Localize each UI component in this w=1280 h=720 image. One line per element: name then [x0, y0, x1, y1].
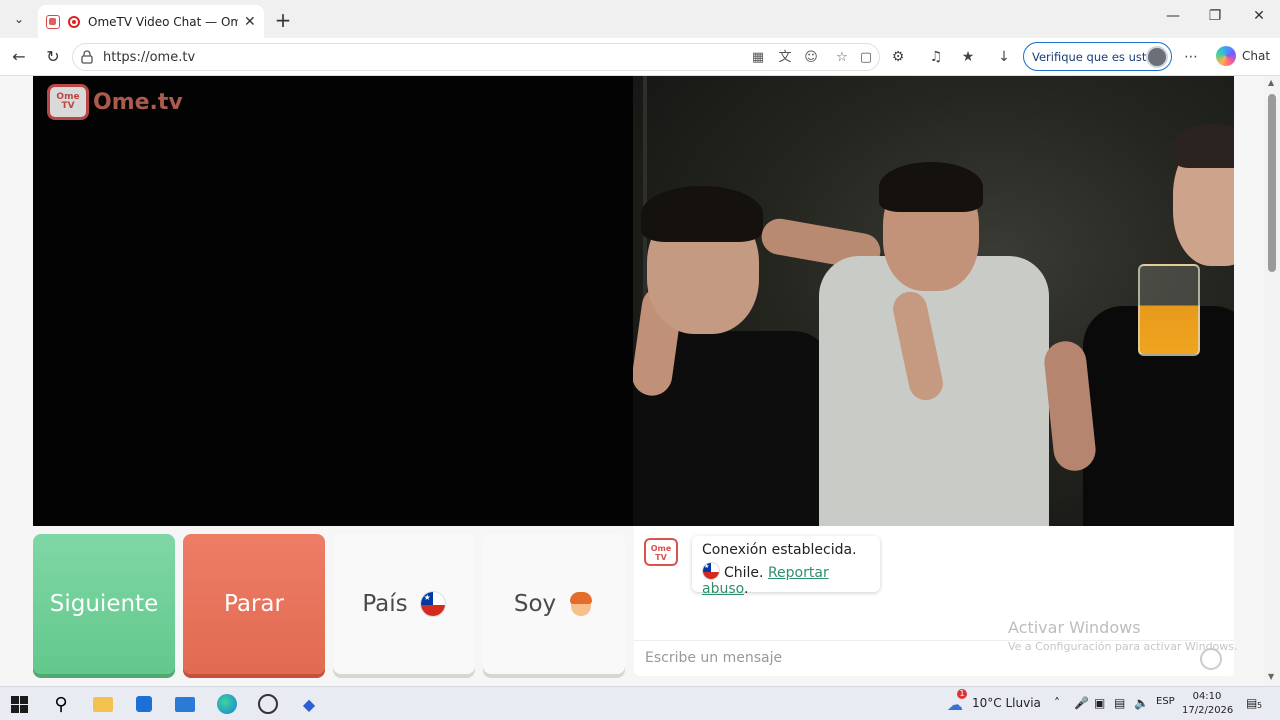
ometv-logo-icon: Ome TV	[47, 84, 89, 120]
edge-icon[interactable]	[214, 692, 240, 716]
remote-video	[633, 76, 1234, 526]
show-hidden-icons-icon[interactable]: ˄	[1054, 696, 1060, 710]
page-content: Ome TV Ome.tv Siguiente Parar País ★ Soy…	[0, 76, 1280, 686]
gender-label: Soy	[513, 591, 557, 617]
close-window-button[interactable]: ✕	[1244, 8, 1274, 24]
app-icon[interactable]: ◆	[296, 692, 322, 716]
network-icon[interactable]: ▤	[1114, 696, 1125, 710]
country-button[interactable]: País ★	[333, 534, 475, 674]
tab-actions-icon[interactable]: ⌄	[6, 7, 32, 31]
activate-windows-title: Activar Windows	[1008, 618, 1141, 637]
boy-avatar-icon	[568, 591, 594, 617]
profile-avatar	[1146, 46, 1168, 68]
scroll-down-icon[interactable]: ▼	[1268, 672, 1274, 681]
tab-strip: ⌄ OmeTV Video Chat — Omegl ✕ + — ❐ ✕	[0, 0, 1280, 38]
clock[interactable]: 04:10 17/2/2026	[1182, 690, 1234, 718]
microphone-icon[interactable]: 🎤	[1074, 696, 1089, 710]
stop-label: Parar	[224, 591, 284, 617]
notification-count: 5	[1257, 701, 1263, 710]
weather-badge: 1	[957, 689, 967, 699]
minimize-button[interactable]: —	[1158, 8, 1188, 24]
local-video: Ome TV Ome.tv	[33, 76, 633, 526]
app-available-icon[interactable]: ▦	[749, 49, 767, 67]
ometv-chat-icon: Ome TV	[644, 538, 678, 566]
address-bar[interactable]: https://ome.tv ▦ 文 ☺ ☆ ▢	[72, 43, 880, 71]
chat-panel: Ome TV Conexión establecida. ★ Chile. Rep…	[634, 526, 1234, 676]
country-name: Chile.	[724, 565, 764, 581]
page-scrollbar[interactable]: ▲ ▼	[1264, 76, 1280, 686]
verify-identity-button[interactable]: Verifique que es usted	[1023, 42, 1172, 71]
mail-icon[interactable]	[172, 692, 198, 716]
ometv-logo: Ome TV Ome.tv	[47, 84, 183, 120]
translate-icon[interactable]: 文	[776, 49, 794, 67]
chile-flag-small-icon: ★	[702, 562, 720, 580]
back-icon[interactable]: ←	[8, 46, 30, 68]
new-tab-button[interactable]: +	[272, 8, 294, 32]
ometv-favicon-icon	[46, 14, 60, 29]
taskbar: ⚲ ◆ ☁ 1 10°C Lluvia ˄ 🎤 ▣ ▤ 🔈 ESP 04:10 …	[0, 686, 1280, 720]
refresh-icon[interactable]: ↻	[42, 46, 64, 68]
country-line: ★ Chile. Reportar abuso.	[702, 562, 829, 597]
beer-mug	[1138, 264, 1200, 356]
search-icon[interactable]: ⚲	[48, 692, 74, 716]
extensions-icon[interactable]: ⚙	[888, 47, 908, 67]
message-input[interactable]: Escribe un mensaje	[645, 650, 782, 666]
store-icon[interactable]	[131, 692, 157, 716]
language-indicator[interactable]: ESP	[1156, 696, 1175, 707]
connection-message: Conexión establecida.	[702, 542, 857, 558]
scroll-up-icon[interactable]: ▲	[1268, 78, 1274, 87]
recording-icon	[68, 15, 80, 28]
weather-text[interactable]: 10°C Lluvia	[972, 696, 1041, 710]
display-icon[interactable]: ▣	[1094, 696, 1105, 710]
media-icon[interactable]: ♫	[926, 47, 946, 67]
maximize-button[interactable]: ❐	[1200, 8, 1230, 24]
clock-time: 04:10	[1192, 691, 1222, 702]
settings-more-icon[interactable]: ⋯	[1181, 47, 1201, 67]
favorites-icon[interactable]: ★	[958, 47, 978, 67]
stop-button[interactable]: Parar	[183, 534, 325, 674]
system-message: Conexión establecida. ★ Chile. Reportar a…	[692, 536, 880, 597]
browser-toolbar: ← ↻ https://ome.tv ▦ 文 ☺ ☆ ▢ ⚙ ♫ ★ ↓ Ver…	[0, 38, 1280, 76]
lock-icon[interactable]	[81, 50, 93, 64]
copilot-chat-button[interactable]: Chat	[1216, 46, 1270, 66]
notifications-icon[interactable]: ▤	[1246, 696, 1257, 710]
scrollbar-thumb[interactable]	[1268, 94, 1276, 272]
tab-title: OmeTV Video Chat — Omegl	[88, 14, 238, 29]
activate-windows-subtitle: Ve a Configuración para activar Windows.	[1008, 640, 1238, 653]
close-tab-icon[interactable]: ✕	[244, 14, 256, 30]
volume-icon[interactable]: 🔈	[1134, 696, 1149, 710]
video-area: Ome TV Ome.tv	[33, 76, 1234, 526]
windows-start-icon[interactable]	[6, 692, 32, 716]
country-label: País	[362, 591, 408, 617]
ometv-logo-text: Ome.tv	[93, 89, 183, 115]
next-label: Siguiente	[49, 591, 159, 617]
url-text[interactable]: https://ome.tv	[103, 50, 195, 65]
report-abuse-link[interactable]: Reportar abuso	[702, 565, 829, 597]
favorite-icon[interactable]: ☆	[833, 49, 851, 67]
obs-icon[interactable]	[255, 692, 281, 716]
verify-label: Verifique que es usted	[1032, 49, 1161, 64]
gender-button[interactable]: Soy	[483, 534, 625, 674]
chile-flag-icon: ★	[419, 591, 446, 617]
tracking-icon[interactable]: ☺	[802, 49, 820, 67]
camera-icon[interactable]: ▢	[857, 49, 875, 67]
next-button[interactable]: Siguiente	[33, 534, 175, 674]
chat-label: Chat	[1242, 49, 1271, 63]
downloads-icon[interactable]: ↓	[994, 47, 1014, 67]
clock-date: 17/2/2026	[1182, 705, 1234, 716]
copilot-icon	[1216, 46, 1236, 66]
file-explorer-icon[interactable]	[90, 692, 116, 716]
browser-tab[interactable]: OmeTV Video Chat — Omegl ✕	[38, 5, 264, 38]
